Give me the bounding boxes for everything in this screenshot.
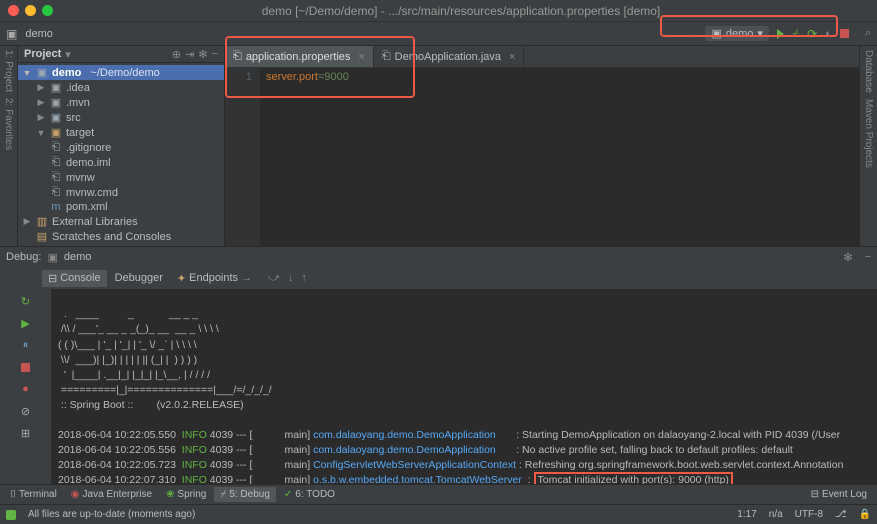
tree-item-.idea[interactable]: ▶▣.idea — [18, 80, 224, 95]
project-tool-window: Project ▾ ⊕ ⇥ ✻ − ▼▣ demo ~/Demo/demo ▶▣… — [18, 46, 225, 246]
step-out-icon[interactable]: ↑ — [301, 272, 307, 284]
file-icon: ⎗ — [233, 50, 242, 63]
line-separator[interactable]: n/a — [769, 509, 783, 520]
tool-favorites[interactable]: 2: Favorites — [3, 98, 14, 150]
status-message: All files are up-to-date (moments ago) — [28, 509, 195, 520]
mute-breakpoints-button[interactable]: ⊘ — [18, 403, 34, 419]
tree-item-demo.iml[interactable]: ⎗demo.iml — [18, 155, 224, 170]
view-breakpoints-button[interactable]: ● — [18, 381, 34, 397]
tree-root[interactable]: ▼▣ demo ~/Demo/demo — [18, 65, 224, 80]
step-over-icon[interactable]: ⤻ — [268, 272, 280, 285]
editor-area: ⎗application.properties×⎗DemoApplication… — [225, 46, 859, 246]
stop-button[interactable] — [840, 29, 849, 38]
tree-item-mvnw.cmd[interactable]: ⎗mvnw.cmd — [18, 185, 224, 200]
back-button[interactable]: ← — [665, 27, 677, 41]
tool-database[interactable]: Database — [863, 50, 874, 93]
tree-item-mvnw[interactable]: ⎗mvnw — [18, 170, 224, 185]
coverage-button[interactable]: ⟳ — [807, 27, 817, 41]
file-icon: ⎗ — [382, 50, 391, 63]
folder-icon: ▣ — [49, 111, 63, 124]
editor-gutter: 1 — [225, 68, 260, 246]
project-name: demo — [25, 28, 53, 40]
run-button[interactable] — [777, 29, 784, 39]
tree-item-.gitignore[interactable]: ⎗.gitignore — [18, 140, 224, 155]
folder-icon: ▣ — [49, 96, 63, 109]
debug-config-name[interactable]: demo — [64, 251, 92, 263]
layout-button[interactable]: ⊞ — [18, 425, 34, 441]
file-icon: ⎗ — [49, 186, 63, 199]
file-icon: ⎗ — [49, 156, 63, 169]
chevron-down-icon: ▾ — [757, 27, 763, 40]
tool-maven[interactable]: Maven Projects — [863, 99, 874, 168]
forward-button[interactable]: → — [685, 27, 697, 41]
main-toolbar: ▣ demo ← → ▣ demo ▾ ⌿ ⟳ ◐ ⌕ — [0, 22, 877, 46]
editor-tab-DemoApplication.java[interactable]: ⎗DemoApplication.java× — [374, 46, 525, 67]
run-config-selector[interactable]: ▣ demo ▾ — [705, 26, 768, 41]
gear-icon[interactable]: ✻ — [198, 48, 207, 61]
console-tab[interactable]: ⊟Console — [42, 270, 107, 287]
view-mode-chevron[interactable]: ▾ — [65, 48, 71, 61]
tree-item-pom.xml[interactable]: mpom.xml — [18, 200, 224, 214]
tool-project[interactable]: 1: Project — [3, 50, 14, 92]
collapse-all-icon[interactable]: ⇥ — [185, 48, 194, 61]
close-tab-icon[interactable]: × — [358, 51, 364, 63]
endpoints-tab[interactable]: ✦Endpoints→ — [171, 270, 258, 287]
file-icon: ⎗ — [49, 141, 63, 154]
pause-button[interactable]: ⏸ — [18, 337, 34, 353]
editor-content[interactable]: server.port=9000 — [260, 68, 355, 246]
lock-icon[interactable]: 🔒 — [859, 509, 871, 520]
tree-item-target[interactable]: ▼▣target — [18, 125, 224, 140]
search-button[interactable]: ⌕ — [865, 27, 871, 40]
caret-position[interactable]: 1:17 — [737, 509, 756, 520]
debug-config-icon: ▣ — [47, 251, 57, 264]
rerun-button[interactable]: ↻ — [18, 293, 34, 309]
stop-debug-button[interactable] — [18, 359, 34, 375]
git-branch-icon[interactable]: ⎇ — [835, 509, 847, 520]
folder-icon: ▣ — [49, 81, 63, 94]
console-output[interactable]: . ____ _ __ _ _ /\\ / ___'_ __ _ _(_)_ _… — [52, 289, 877, 484]
module-icon: ▣ — [711, 27, 721, 40]
close-window[interactable] — [8, 5, 19, 16]
debugger-tab[interactable]: Debugger — [109, 270, 169, 286]
zoom-window[interactable] — [42, 5, 53, 16]
hide-icon[interactable]: − — [212, 48, 218, 61]
debug-hide-icon[interactable]: − — [865, 251, 871, 263]
minimize-window[interactable] — [25, 5, 36, 16]
tree-item-src[interactable]: ▶▣src — [18, 110, 224, 125]
profile-button[interactable]: ◐ — [825, 28, 832, 40]
debug-title: Debug: — [6, 251, 41, 263]
file-icon: ⎗ — [49, 171, 63, 184]
close-tab-icon[interactable]: × — [509, 51, 515, 63]
window-title: demo [~/Demo/demo] - .../src/main/resour… — [53, 4, 869, 18]
resume-button[interactable]: ▶ — [18, 315, 34, 331]
project-icon: ▣ — [6, 27, 17, 41]
file-encoding[interactable]: UTF-8 — [795, 509, 823, 520]
step-into-icon[interactable]: ↓ — [288, 272, 294, 284]
scroll-from-source-icon[interactable]: ⊕ — [172, 48, 181, 61]
debug-button[interactable]: ⌿ — [792, 26, 799, 41]
tree-item-.mvn[interactable]: ▶▣.mvn — [18, 95, 224, 110]
tree-external-libraries[interactable]: ▶▥ External Libraries — [18, 214, 224, 229]
editor-tab-application.properties[interactable]: ⎗application.properties× — [225, 46, 374, 67]
tree-scratches[interactable]: ▤ Scratches and Consoles — [18, 229, 224, 244]
project-tab-title[interactable]: Project — [24, 48, 61, 60]
mvn-icon: m — [49, 201, 63, 213]
debug-settings-icon[interactable]: ✻ — [843, 251, 852, 264]
vcs-status-icon[interactable] — [6, 510, 16, 520]
folder-y-icon: ▣ — [49, 126, 63, 139]
